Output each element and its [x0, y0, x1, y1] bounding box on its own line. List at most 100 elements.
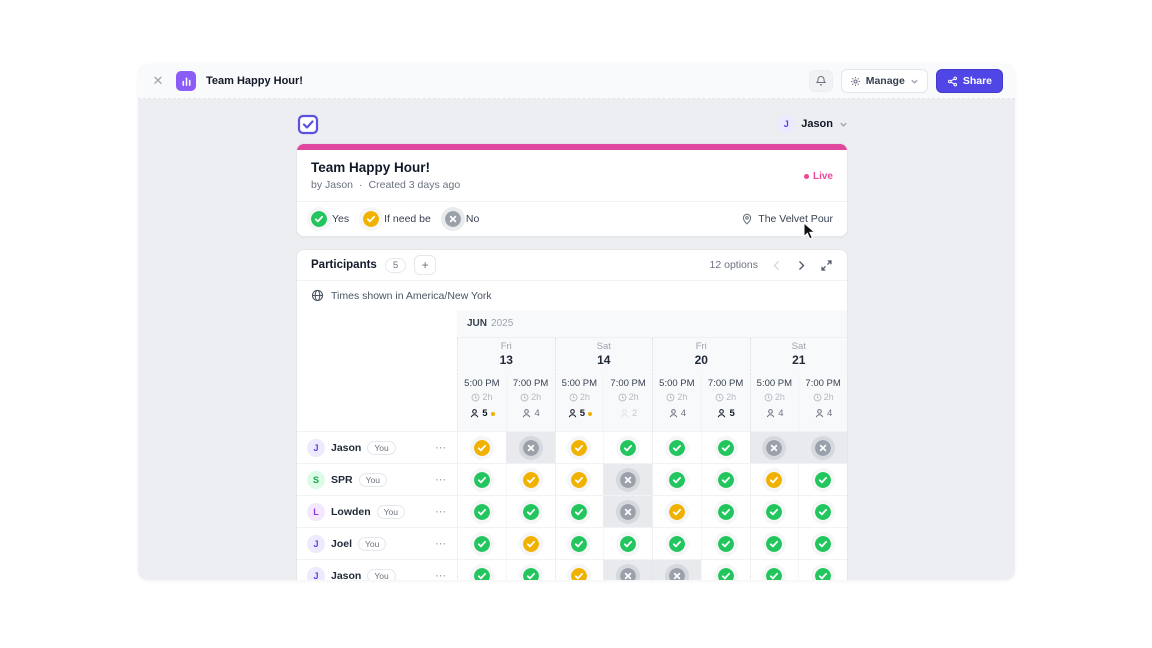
vote-cell: [506, 432, 555, 463]
date-header: Sat21: [750, 338, 848, 374]
vote-yes-icon: [523, 568, 539, 581]
prev-options-button[interactable]: [770, 259, 783, 272]
vote-no-icon: [669, 568, 685, 581]
vote-yes-icon: [815, 472, 831, 488]
vote-cell: [701, 464, 750, 495]
app-window: ✕ Team Happy Hour! Manage Share: [138, 64, 1015, 580]
participants-card: Participants 5 + 12 options: [296, 249, 848, 580]
vote-yes-icon: [766, 536, 782, 552]
participant-row: JJoelYou⋯: [297, 527, 847, 559]
timezone-note: Times shown in America/New York: [297, 280, 847, 310]
vote-ifNeedBe-icon: [363, 211, 379, 227]
participant-row: SSPRYou⋯: [297, 463, 847, 495]
vote-ifNeedBe-icon: [523, 536, 539, 552]
vote-cell: [555, 528, 604, 559]
vote-yes-icon: [718, 504, 734, 520]
vote-yes-icon: [815, 536, 831, 552]
vote-cell: [603, 464, 652, 495]
vote-cell: [603, 528, 652, 559]
vote-cell: [798, 496, 847, 527]
vote-cell: [652, 528, 701, 559]
vote-no-icon: [766, 440, 782, 456]
vote-no-icon: [815, 440, 831, 456]
vote-yes-icon: [474, 504, 490, 520]
add-participant-button[interactable]: +: [414, 255, 436, 275]
close-icon[interactable]: ✕: [150, 73, 166, 89]
participant-name: Lowden: [331, 506, 371, 518]
vote-yes-icon: [474, 568, 490, 581]
top-bar: ✕ Team Happy Hour! Manage Share: [138, 64, 1015, 99]
vote-yes-icon: [474, 472, 490, 488]
vote-no-icon: [620, 504, 636, 520]
participant-name: SPR: [331, 474, 353, 486]
vote-ifNeedBe-icon: [669, 504, 685, 520]
vote-cell: [652, 464, 701, 495]
vote-cell: [701, 560, 750, 580]
row-menu-button[interactable]: ⋯: [435, 505, 447, 518]
vote-yes-icon: [523, 504, 539, 520]
date-header: Sat14: [555, 338, 653, 374]
poll-header-card: Team Happy Hour! by Jason·Created 3 days…: [296, 143, 848, 237]
vote-cell: [701, 528, 750, 559]
vote-cell: [798, 464, 847, 495]
vote-ifNeedBe-icon: [523, 472, 539, 488]
you-badge: You: [367, 569, 395, 581]
vote-yes-icon: [669, 440, 685, 456]
clock-icon: [813, 393, 822, 402]
avatar: J: [307, 439, 325, 457]
manage-button[interactable]: Manage: [841, 69, 928, 93]
row-menu-button[interactable]: ⋯: [435, 537, 447, 550]
if-need-be-dot: [491, 412, 495, 416]
poll-byline: by Jason·Created 3 days ago: [311, 179, 460, 191]
poll-app-icon: [176, 71, 196, 91]
time-slot-header: 5:00 PM2h4: [652, 374, 701, 431]
vote-cell: [750, 464, 799, 495]
vote-ifNeedBe-icon: [766, 472, 782, 488]
vote-cell: [506, 464, 555, 495]
vote-ifNeedBe-icon: [571, 568, 587, 581]
clock-icon: [618, 393, 627, 402]
row-menu-button[interactable]: ⋯: [435, 441, 447, 454]
vote-cell: [555, 464, 604, 495]
expand-button[interactable]: [820, 259, 833, 272]
row-menu-button[interactable]: ⋯: [435, 569, 447, 580]
participant-row: JJasonYou⋯: [297, 431, 847, 463]
vote-yes-icon: [669, 536, 685, 552]
vote-no-icon: [523, 440, 539, 456]
time-slot-header: 7:00 PM2h5: [701, 374, 750, 431]
vote-cell: [652, 432, 701, 463]
vote-yes-icon: [815, 568, 831, 581]
row-menu-button[interactable]: ⋯: [435, 473, 447, 486]
clock-icon: [520, 393, 529, 402]
user-menu[interactable]: J Jason: [777, 115, 848, 133]
gear-icon: [850, 76, 861, 87]
person-icon: [668, 408, 679, 419]
bell-icon: [815, 75, 827, 87]
participant-name: Jason: [331, 570, 361, 581]
time-slot-header: 5:00 PM2h4: [750, 374, 799, 431]
location-link[interactable]: The Velvet Pour: [741, 213, 833, 225]
avatar: J: [307, 567, 325, 581]
share-icon: [947, 76, 958, 87]
next-options-button[interactable]: [795, 259, 808, 272]
arrow-left-icon: [770, 259, 783, 272]
vote-no-icon: [620, 472, 636, 488]
availability-table: JUN2025Fri13Sat14Fri20Sat215:00 PM2h57:0…: [297, 310, 847, 580]
date-header: Fri20: [652, 338, 750, 374]
vote-cell: [798, 560, 847, 580]
share-button[interactable]: Share: [936, 69, 1003, 93]
vote-legend: YesIf need beNo: [311, 211, 479, 227]
clock-icon: [715, 393, 724, 402]
clock-icon: [569, 393, 578, 402]
vote-yes-icon: [311, 211, 327, 227]
vote-cell: [652, 560, 701, 580]
vote-cell: [457, 528, 506, 559]
map-pin-icon: [741, 213, 753, 225]
live-dot-icon: [804, 174, 809, 179]
vote-ifNeedBe-icon: [571, 440, 587, 456]
participant-row: J Jason You ⋯: [297, 559, 847, 580]
user-name: Jason: [801, 118, 833, 130]
vote-cell: [798, 432, 847, 463]
notifications-button[interactable]: [809, 70, 833, 92]
month-header: JUN2025: [457, 310, 847, 338]
